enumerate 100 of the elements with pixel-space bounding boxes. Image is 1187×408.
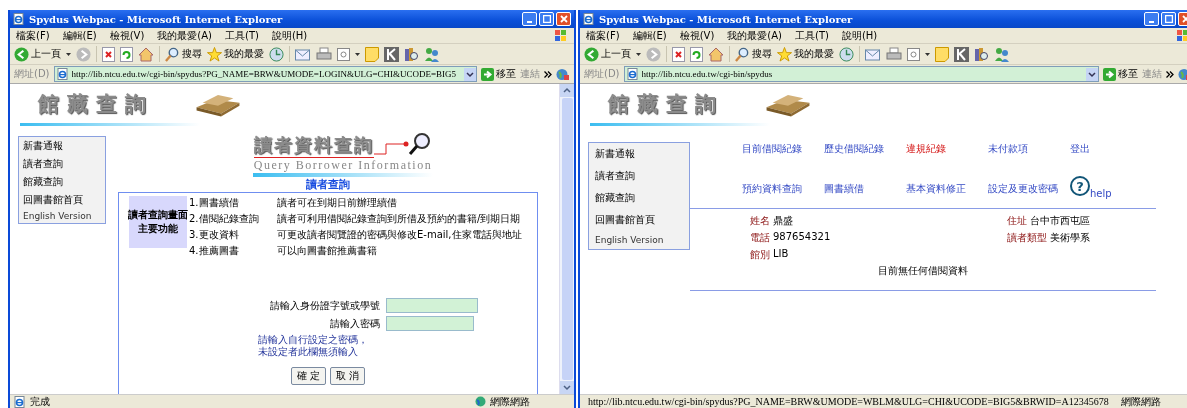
side-menu-link[interactable]: 新書通報 xyxy=(595,147,683,161)
form-button[interactable]: 取 消 xyxy=(330,367,366,385)
refresh-icon[interactable] xyxy=(120,46,133,62)
messenger-icon[interactable] xyxy=(424,46,440,62)
scroll-down-icon[interactable] xyxy=(560,381,574,394)
menu-item[interactable]: 說明(H) xyxy=(271,28,308,43)
menu-item[interactable]: 檔案(F) xyxy=(586,28,620,43)
dropdown-arrow-icon[interactable] xyxy=(636,52,641,56)
search-button[interactable]: 搜尋 xyxy=(735,46,772,62)
dropdown-arrow-icon[interactable] xyxy=(925,52,930,56)
side-menu-link[interactable]: 館藏查詢 xyxy=(23,175,101,189)
side-menu-link[interactable]: 讀者查詢 xyxy=(23,157,101,171)
k-logo-icon[interactable] xyxy=(384,46,399,62)
field-value: 鼎盛 xyxy=(773,214,793,228)
mail-icon[interactable] xyxy=(295,47,311,61)
favorites-button[interactable]: 我的最愛 xyxy=(207,46,264,62)
menu-item[interactable]: 檢視(V) xyxy=(109,28,145,43)
close-icon xyxy=(1181,15,1187,23)
menu-item[interactable]: 我的最愛(A) xyxy=(157,28,212,43)
address-field[interactable]: http://lib.ntcu.edu.tw/cgi-bin/spydus xyxy=(623,66,1099,82)
field-label: 電話 xyxy=(750,231,770,245)
account-link[interactable]: 歷史借閱紀錄 xyxy=(824,142,906,156)
history-icon[interactable] xyxy=(269,46,284,62)
menu-item[interactable]: 說明(H) xyxy=(841,28,878,43)
forward-icon[interactable] xyxy=(646,46,661,62)
note-icon[interactable] xyxy=(365,46,379,62)
menu-item[interactable]: 檔案(F) xyxy=(16,28,50,43)
feature-description: 可以向圖書館推薦書籍 xyxy=(277,244,378,258)
home-icon[interactable] xyxy=(708,46,724,62)
field-value: 987654321 xyxy=(773,231,831,244)
go-button[interactable]: 移至 xyxy=(481,67,516,81)
printer-icon[interactable] xyxy=(316,46,332,62)
side-menu-link[interactable]: 新書通報 xyxy=(23,139,101,153)
menu-item[interactable]: 檢視(V) xyxy=(679,28,715,43)
scroll-up-icon[interactable] xyxy=(560,84,574,97)
menu-item[interactable]: 工具(T) xyxy=(795,28,829,43)
account-link[interactable]: 圖書續借 xyxy=(824,182,906,196)
more-links-icon[interactable] xyxy=(1166,70,1174,78)
books-icon xyxy=(195,92,241,118)
mail-icon[interactable] xyxy=(865,47,881,61)
minimize-button[interactable] xyxy=(522,12,537,26)
back-button[interactable]: 上一頁 xyxy=(14,46,61,62)
stop-icon[interactable] xyxy=(672,46,685,62)
menu-item[interactable]: 我的最愛(A) xyxy=(727,28,782,43)
side-menu-link[interactable]: English Version xyxy=(595,235,683,245)
account-link[interactable]: 預約資料查詢 xyxy=(742,182,824,196)
account-link[interactable]: 違規紀錄 xyxy=(906,142,988,156)
feature-name: 2.借閱紀錄查詢 xyxy=(189,212,260,226)
account-link[interactable]: 基本資料修正 xyxy=(906,182,988,196)
account-link[interactable]: 登出 xyxy=(1070,142,1152,156)
messenger-icon[interactable] xyxy=(994,46,1010,62)
maximize-button[interactable] xyxy=(539,12,554,26)
form-button[interactable]: 確 定 xyxy=(290,367,326,385)
vertical-scrollbar[interactable] xyxy=(559,84,574,394)
side-menu-link[interactable]: 回圖書館首頁 xyxy=(595,213,683,227)
side-menu-link[interactable]: 館藏查詢 xyxy=(595,191,683,205)
menu-item[interactable]: 工具(T) xyxy=(225,28,259,43)
site-banner-title: 館藏查詢 xyxy=(608,91,724,118)
input-field[interactable] xyxy=(386,316,474,331)
windows-flag-icon xyxy=(554,29,568,42)
side-menu-link[interactable]: 讀者查詢 xyxy=(595,169,683,183)
address-field[interactable]: http://lib.ntcu.edu.tw/cgi-bin/spydus?PG_NAME=BRW&UMODE=LOGIN&ULG=CHI&UCODE=BIG5 xyxy=(53,66,477,82)
status-text: 完成 xyxy=(30,395,50,408)
menu-item[interactable]: 編輯(E) xyxy=(62,28,97,43)
refresh-icon[interactable] xyxy=(690,46,703,62)
field-label: 姓名 xyxy=(750,214,770,228)
search-button[interactable]: 搜尋 xyxy=(165,46,202,62)
favorites-button[interactable]: 我的最愛 xyxy=(777,46,834,62)
home-icon[interactable] xyxy=(138,46,154,62)
menu-item[interactable]: 編輯(E) xyxy=(632,28,667,43)
feature-name: 1.圖書續借 xyxy=(189,196,240,210)
security-zone-label: 網際網路 xyxy=(1120,395,1161,408)
account-link[interactable]: 設定及更改密碼 xyxy=(988,182,1070,196)
close-button[interactable] xyxy=(556,12,571,26)
printer-icon[interactable] xyxy=(886,46,902,62)
dropdown-arrow-icon[interactable] xyxy=(66,52,71,56)
account-link[interactable]: 目前借閱紀錄 xyxy=(742,142,824,156)
dropdown-arrow-icon[interactable] xyxy=(355,52,360,56)
minimize-button[interactable] xyxy=(1144,12,1159,26)
go-button[interactable]: 移至 xyxy=(1103,67,1138,81)
field-label: 請輸入身份證字號或學號 xyxy=(269,298,380,313)
history-icon[interactable] xyxy=(839,46,854,62)
address-label: 網址(D) xyxy=(14,67,50,81)
search-icon xyxy=(165,46,180,62)
address-label: 網址(D) xyxy=(584,67,620,81)
side-menu-link[interactable]: 回圖書館首頁 xyxy=(23,193,101,207)
maximize-button[interactable] xyxy=(1161,12,1176,26)
ie-page-icon xyxy=(14,395,26,408)
input-field[interactable] xyxy=(386,298,478,313)
account-link[interactable]: 未付款項 xyxy=(988,142,1070,156)
k-logo-icon[interactable] xyxy=(954,46,969,62)
feature-name: 4.推薦圖書 xyxy=(189,244,240,258)
field-value: 美術學系 xyxy=(1050,231,1090,245)
more-links-icon[interactable] xyxy=(544,70,552,78)
forward-icon[interactable] xyxy=(76,46,91,62)
side-menu-link[interactable]: English Version xyxy=(23,211,101,221)
back-button[interactable]: 上一頁 xyxy=(584,46,631,62)
note-icon[interactable] xyxy=(935,46,949,62)
stop-icon[interactable] xyxy=(102,46,115,62)
window-title: Spydus Webpac - Microsoft Internet Explorer xyxy=(29,13,283,25)
